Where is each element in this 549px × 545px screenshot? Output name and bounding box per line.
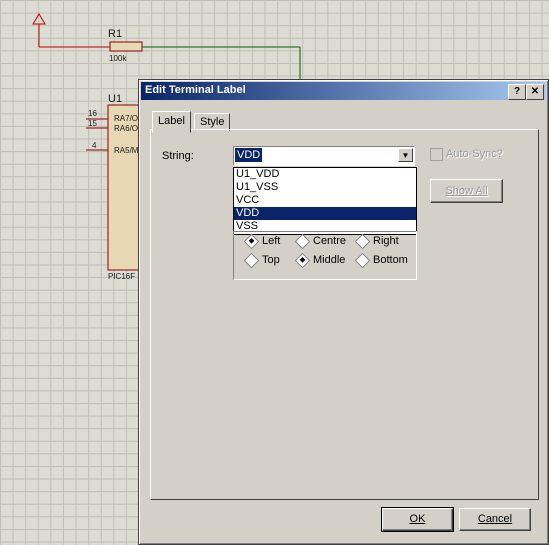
show-all-label: Show All [445,185,488,197]
resistor-r1-body [109,41,143,52]
radio-middle-indicator[interactable] [294,252,311,268]
radio-left-label: Left [262,235,281,247]
chevron-down-icon[interactable]: ▼ [398,148,413,162]
option-vcc[interactable]: VCC [234,194,416,207]
option-u1-vdd[interactable]: U1_VDD [234,168,416,181]
radio-centre-label: Centre [313,235,347,247]
string-value[interactable]: VDD [235,148,263,162]
close-button[interactable]: ✕ [526,84,544,100]
auto-sync-checkbox[interactable] [430,148,443,161]
pin-name-ra5: RA5/M [114,146,139,155]
radio-left-indicator[interactable] [243,233,260,249]
string-combobox[interactable]: VDD ▼ [233,146,415,166]
radio-bottom-indicator[interactable] [354,252,371,268]
pin-num-16: 16 [88,109,97,118]
pin-num-4: 4 [92,141,97,150]
cancel-label: Cancel [477,513,513,525]
radio-centre[interactable]: Centre [294,233,347,249]
dialog-title: Edit Terminal Label [145,84,246,96]
radio-left[interactable]: Left [243,233,281,249]
dialog-titlebar[interactable]: Edit Terminal Label ? ✕ [141,82,546,100]
radio-top[interactable]: Top [243,252,280,268]
radio-bottom[interactable]: Bottom [354,252,408,268]
r1-reference: R1 [108,28,123,40]
pin-num-15: 15 [88,119,97,128]
ok-label: OK [409,513,426,525]
radio-top-indicator[interactable] [243,252,260,268]
cancel-button[interactable]: Cancel [459,508,531,531]
radio-top-label: Top [262,254,280,266]
u1-reference: U1 [108,93,123,105]
option-u1-vss[interactable]: U1_VSS [234,181,416,194]
radio-middle-label: Middle [313,254,346,266]
radio-right-indicator[interactable] [354,233,371,249]
edit-terminal-label-dialog: Edit Terminal Label ? ✕ Label Style Stri… [138,79,549,545]
ok-button[interactable]: OK [381,507,454,532]
radio-right[interactable]: Right [354,233,399,249]
option-vdd[interactable]: VDD [234,207,416,220]
radio-middle[interactable]: Middle [294,252,346,268]
pin-name-ra7: RA7/O [114,114,139,123]
radio-right-label: Right [373,235,399,247]
string-dropdown-list[interactable]: U1_VDD U1_VSS VCC VDD VSS [233,167,417,235]
chip-part-name: PIC16F [108,272,136,281]
radio-bottom-label: Bottom [373,254,408,266]
show-all-button[interactable]: Show All [430,179,503,203]
help-button[interactable]: ? [508,84,526,100]
pin-name-ra6: RA6/O [114,124,139,133]
r1-value: 100k [109,54,127,63]
tab-label[interactable]: Label [152,111,191,133]
string-label: String: [162,150,194,162]
power-terminal-arrow [32,13,46,25]
auto-sync-label: Auto-Sync? [446,148,503,160]
radio-centre-indicator[interactable] [294,233,311,249]
